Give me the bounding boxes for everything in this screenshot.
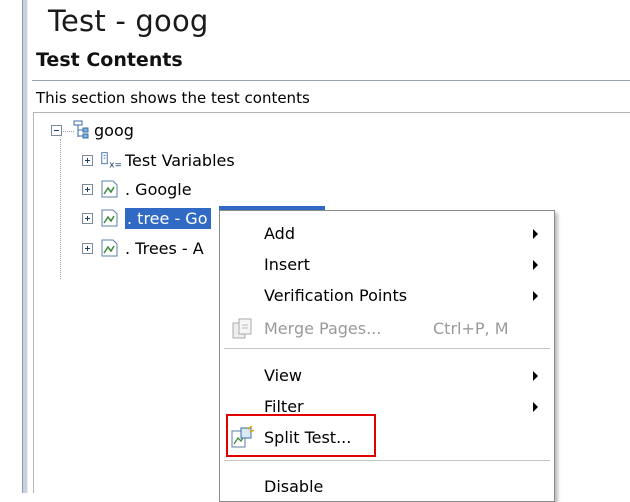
- section-description: This section shows the test contents: [36, 89, 310, 107]
- menu-item-label: Filter: [264, 396, 304, 416]
- tree-item-label: . Google: [125, 179, 192, 199]
- section-divider: [32, 80, 630, 81]
- expand-toggle[interactable]: [82, 212, 93, 224]
- menu-item-label: Merge Pages...: [264, 318, 382, 338]
- merge-pages-icon: [230, 317, 256, 341]
- tree-item-trees-a[interactable]: . Trees - A: [82, 236, 204, 260]
- tree-item-label: goog: [94, 120, 134, 140]
- menu-item-verification-points[interactable]: Verification Points: [220, 280, 554, 310]
- submenu-arrow-icon: [533, 402, 538, 412]
- tree-item-tree-go[interactable]: . tree - Go: [82, 206, 211, 230]
- tree-connector: [60, 139, 61, 279]
- collapse-toggle[interactable]: [51, 124, 62, 136]
- page-icon: [99, 238, 121, 258]
- context-menu: Add Insert Verification Points Merge Pag…: [219, 210, 555, 502]
- tree-item-label: . Trees - A: [125, 238, 204, 258]
- section-header[interactable]: Test Contents: [36, 49, 183, 71]
- expand-toggle[interactable]: [82, 154, 93, 166]
- menu-item-merge-pages[interactable]: Merge Pages... Ctrl+P, M: [220, 313, 554, 343]
- menu-item-insert[interactable]: Insert: [220, 249, 554, 279]
- page-icon: [99, 179, 121, 199]
- page-icon: [99, 208, 121, 228]
- tree-item-label: . tree - Go: [125, 207, 211, 229]
- submenu-arrow-icon: [533, 371, 538, 381]
- editor-left-border: [22, 0, 28, 493]
- tree-item-test-variables[interactable]: x= Test Variables: [82, 148, 235, 172]
- submenu-arrow-icon: [533, 260, 538, 270]
- expand-toggle[interactable]: [82, 183, 93, 195]
- menu-separator: [224, 460, 550, 461]
- menu-item-disable[interactable]: Disable: [220, 471, 554, 501]
- editor-title: Test - goog: [48, 4, 209, 38]
- menu-item-add[interactable]: Add: [220, 218, 554, 248]
- tree-item-label: Test Variables: [125, 150, 235, 170]
- menu-item-view[interactable]: View: [220, 360, 554, 390]
- menu-separator: [224, 348, 550, 349]
- menu-item-label: Insert: [264, 254, 310, 274]
- expand-toggle[interactable]: [82, 242, 93, 254]
- submenu-arrow-icon: [533, 291, 538, 301]
- test-variables-icon: x=: [99, 150, 121, 170]
- menu-item-label: View: [264, 365, 302, 385]
- submenu-arrow-icon: [533, 229, 538, 239]
- menu-item-label: Verification Points: [264, 285, 408, 305]
- test-suite-icon: [68, 120, 90, 140]
- menu-item-label: Add: [264, 223, 295, 243]
- split-test-highlight-box: [226, 414, 376, 457]
- menu-item-shortcut: Ctrl+P, M: [433, 318, 509, 338]
- tree-item-root[interactable]: goog: [51, 118, 134, 142]
- tree-item-google[interactable]: . Google: [82, 177, 192, 201]
- svg-text:x=: x=: [109, 159, 121, 170]
